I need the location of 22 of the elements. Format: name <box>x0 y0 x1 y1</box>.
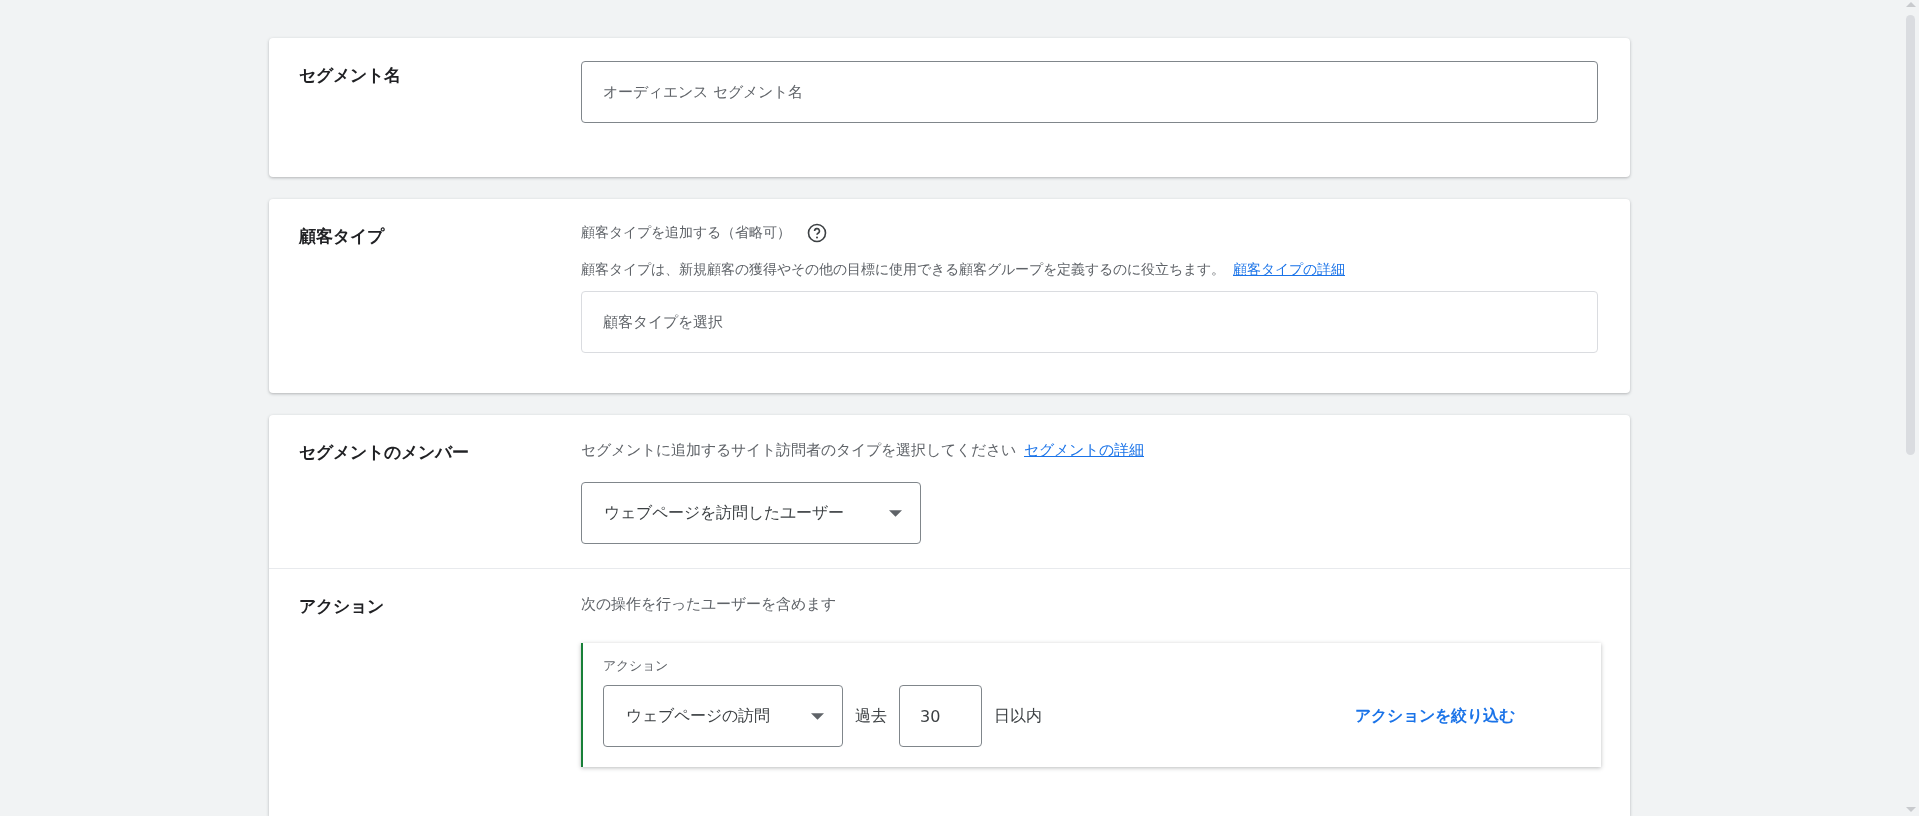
customer-type-field[interactable]: 顧客タイプを選択 <box>581 291 1598 353</box>
description-text: セグメントに追加するサイト訪問者のタイプを選択してください <box>581 441 1016 459</box>
section-title: 顧客タイプ <box>299 225 386 248</box>
details-link[interactable]: 顧客タイプの詳細 <box>1233 261 1345 277</box>
description-text: 次の操作を行ったユーザーを含めます <box>581 595 836 614</box>
days-input-field[interactable]: 30 <box>899 685 982 747</box>
name-input-field[interactable]: オーディエンス セグメント名 <box>581 61 1598 123</box>
period-suffix: 日以内 <box>994 705 1042 727</box>
section-title: セグメント名 <box>299 64 402 87</box>
section-title: アクション <box>299 595 385 618</box>
period-prefix: 過去 <box>855 705 887 727</box>
action-label: アクション <box>603 657 669 675</box>
field-label: 顧客タイプを追加する（省略可） <box>581 224 791 242</box>
action-dropdown[interactable]: ウェブページの訪問 <box>603 685 843 747</box>
description-text: 顧客タイプは、新規顧客の獲得やその他の目標に使用できる顧客グループを定義するのに役立ちます。 <box>581 261 1225 277</box>
caret-icon <box>811 712 824 720</box>
help-icon[interactable] <box>807 223 827 243</box>
section-title: セグメントのメンバー <box>299 441 470 464</box>
details-link[interactable]: セグメントの詳細 <box>1024 441 1144 459</box>
visitor-type-dropdown[interactable]: ウェブページを訪問したユーザー <box>581 482 921 544</box>
caret-icon <box>889 509 902 517</box>
refine-action-button[interactable]: アクションを絞り込む <box>1349 704 1521 728</box>
